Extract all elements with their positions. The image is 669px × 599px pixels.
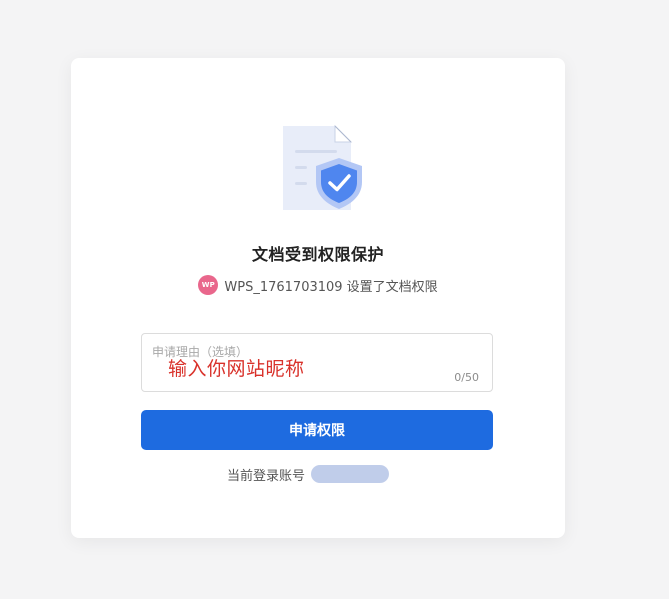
reason-overlay-text: 输入你网站昵称 [168, 358, 305, 380]
permission-dialog: 文档受到权限保护 WP WPS_1761703109 设置了文档权限 申请理由（选… [71, 58, 565, 538]
owner-text: WPS_1761703109 设置了文档权限 [224, 276, 437, 295]
owner-info: WP WPS_1761703109 设置了文档权限 [71, 274, 565, 296]
dialog-title: 文档受到权限保护 [251, 245, 384, 264]
avatar: WP [198, 275, 219, 295]
apply-permission-button[interactable]: 申请权限 [141, 410, 493, 450]
current-account: 当前登录账号 [71, 462, 565, 486]
reason-char-counter: 0/50 [454, 371, 479, 384]
account-name-redacted [311, 465, 389, 483]
owner-action-text: 设置了文档权限 [346, 279, 438, 295]
reason-input[interactable]: 申请理由（选填） 输入你网站昵称 0/50 [141, 333, 493, 392]
protected-document-icon [283, 124, 362, 210]
owner-name: WPS_1761703109 [224, 279, 343, 295]
account-label: 当前登录账号 [226, 468, 305, 484]
